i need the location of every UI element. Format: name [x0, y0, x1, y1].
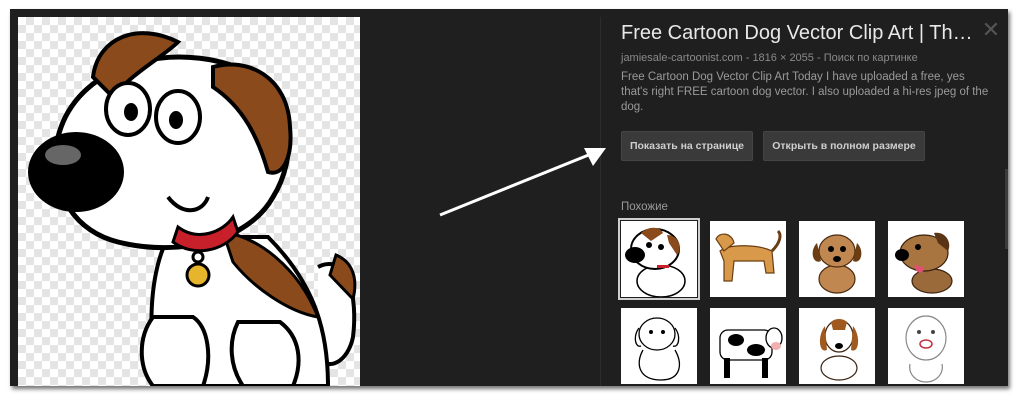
image-description: Free Cartoon Dog Vector Clip Art Today I… [621, 71, 989, 113]
image-meta: jamiesale-cartoonist.com - 1816 × 2055 -… [621, 52, 918, 64]
dog-icon [715, 229, 782, 282]
image-title-link[interactable]: Free Cartoon Dog Vector Clip Art | Th… [621, 22, 991, 45]
thumb-beagle[interactable] [799, 308, 875, 384]
source-link[interactable]: jamiesale-cartoonist.com [621, 52, 743, 64]
cow-icon [719, 327, 783, 378]
open-full-size-button[interactable]: Открыть в полном размере [763, 131, 925, 161]
thumb-dog-outline[interactable] [621, 308, 697, 384]
meta-separator: - [813, 52, 824, 64]
search-by-image-link[interactable]: Поиск по картинке [824, 52, 918, 64]
image-details: Free Cartoon Dog Vector Clip Art | Th… j… [618, 9, 1001, 386]
thumb-spotted-cow[interactable] [710, 308, 786, 384]
close-icon[interactable]: ✕ [980, 19, 1002, 41]
image-viewer-panel: Free Cartoon Dog Vector Clip Art | Th… j… [10, 9, 1008, 386]
dog-icon [625, 227, 686, 297]
scrollbar[interactable] [1005, 169, 1008, 249]
thumb-tan-dog-standing[interactable] [710, 221, 786, 297]
dog-icon [895, 232, 953, 294]
thumb-brown-puppy[interactable] [799, 221, 875, 297]
preview-image[interactable] [18, 17, 360, 386]
show-on-page-button[interactable]: Показать на странице [621, 131, 753, 161]
face-icon [905, 315, 947, 383]
dog-icon [819, 319, 859, 381]
thumb-dog-tongue-out[interactable] [888, 221, 964, 297]
dog-icon [634, 317, 681, 381]
pane-divider [600, 17, 601, 386]
thumb-cartoon-dog-sitting[interactable] [618, 218, 700, 300]
meta-separator: - [742, 52, 753, 64]
cartoon-dog-image [28, 31, 357, 386]
similar-images-label: Похожие [621, 201, 668, 213]
image-dimensions: 1816 × 2055 [752, 52, 814, 64]
dog-icon [812, 234, 862, 294]
thumb-cartoon-outline-face[interactable] [888, 308, 964, 384]
